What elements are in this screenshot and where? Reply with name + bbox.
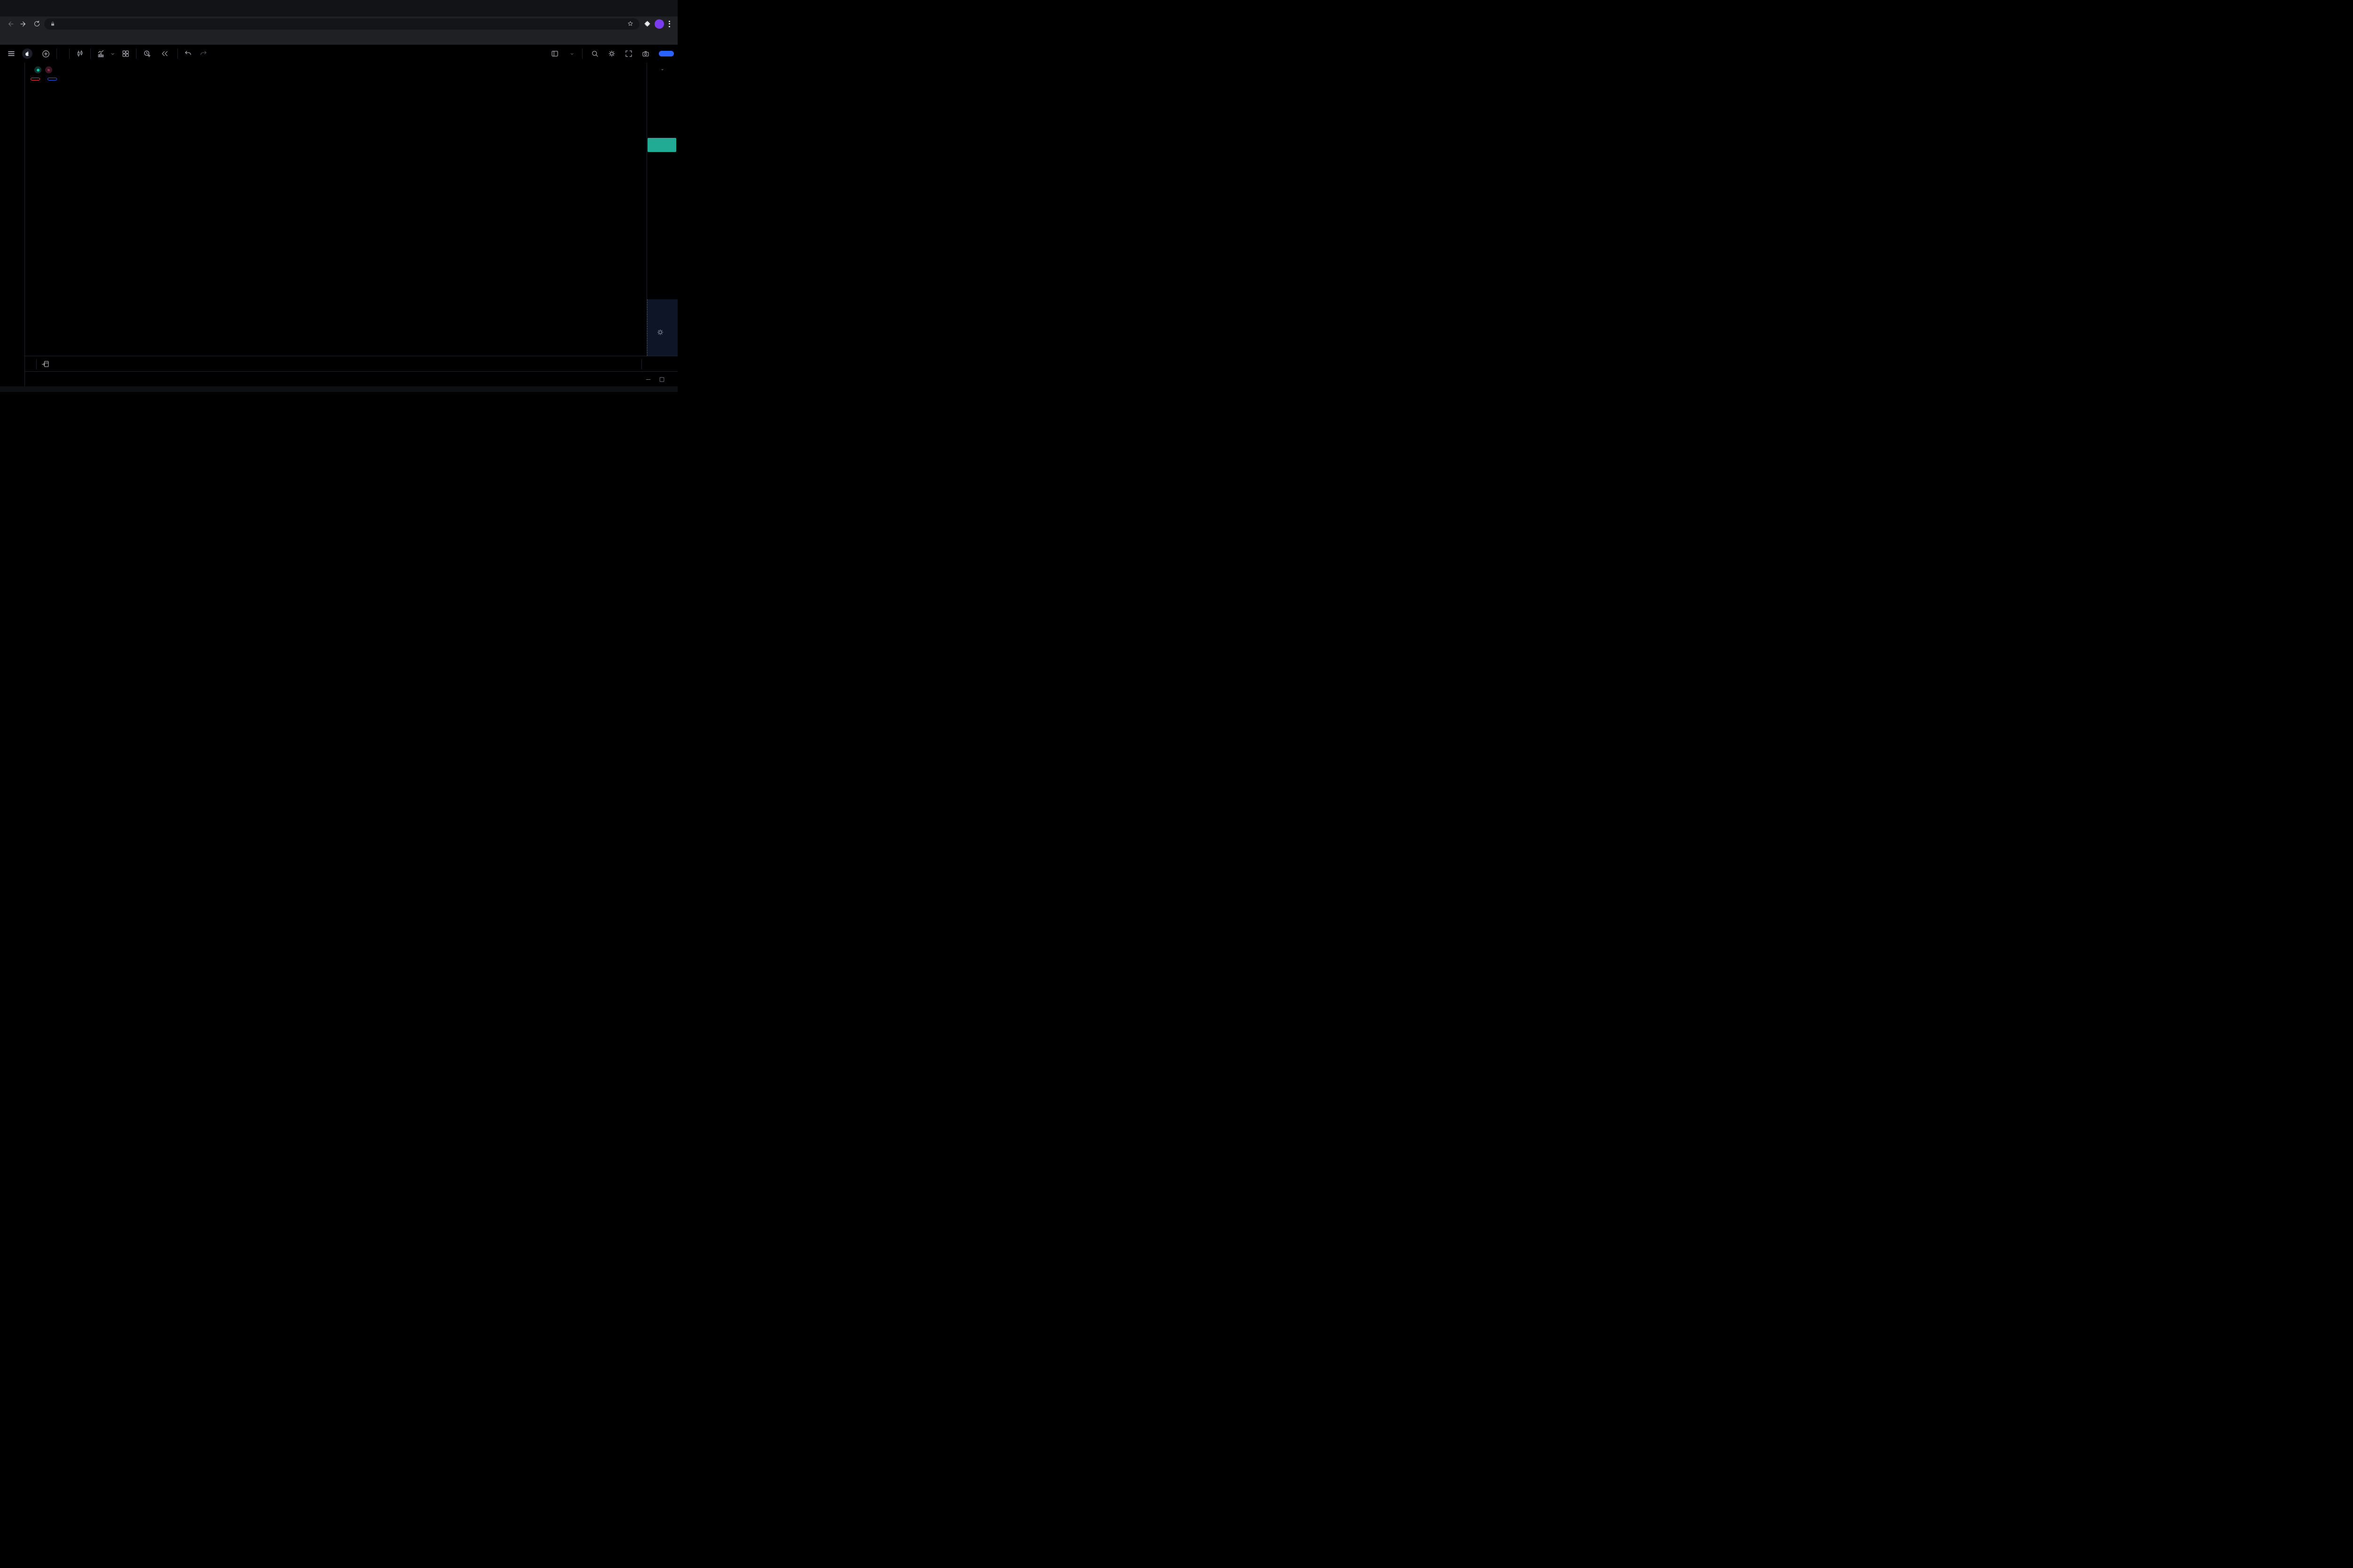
undo-icon[interactable] (181, 48, 196, 60)
bottom-panel-bar (25, 371, 678, 387)
target-price-box[interactable] (48, 78, 57, 80)
publish-button[interactable] (659, 51, 674, 56)
currency-selector[interactable]: ⌄ (647, 66, 678, 72)
chevron-down-icon (570, 52, 574, 56)
browser-menu-icon[interactable] (666, 21, 673, 27)
search-icon[interactable] (587, 48, 602, 60)
reload-icon[interactable] (31, 18, 42, 30)
indicators-button[interactable] (94, 48, 118, 60)
settings-gear-icon[interactable] (604, 48, 619, 60)
forward-icon[interactable] (18, 18, 29, 30)
zoom-window-button[interactable] (25, 6, 31, 11)
snapshot-camera-icon[interactable] (638, 48, 653, 60)
tab-strip (0, 0, 678, 16)
layout-panels-icon[interactable] (547, 48, 562, 60)
alert-button[interactable] (139, 48, 157, 60)
redo-icon[interactable] (196, 48, 211, 60)
drawing-toolbar (0, 63, 25, 392)
panel-expand-icon[interactable] (658, 376, 665, 383)
tv-toolbar (0, 45, 678, 63)
price-axis[interactable]: ⌄ (647, 63, 678, 356)
go-to-date-icon[interactable] (41, 360, 49, 368)
chart-area[interactable]: ≈ (25, 63, 647, 356)
bookmarks-bar (0, 31, 678, 45)
layout-grid-icon[interactable] (118, 48, 133, 60)
compare-add-icon[interactable] (38, 48, 54, 60)
selected-pane-axis-tint (647, 299, 678, 356)
bookmark-star-icon[interactable] (627, 20, 634, 27)
minimize-window-button[interactable] (16, 6, 22, 11)
address-bar-row (0, 16, 678, 31)
bottom-strip (0, 386, 678, 392)
apple-logo-icon (22, 48, 32, 59)
data-delay-icon[interactable]: ≈ (45, 66, 52, 73)
main-menu-icon[interactable] (4, 48, 19, 60)
lock-icon (50, 21, 56, 27)
close-window-button[interactable] (7, 6, 12, 11)
extensions-puzzle-icon[interactable] (641, 18, 653, 30)
axis-settings-gear-icon[interactable] (656, 328, 664, 336)
browser-window: ≈ (0, 0, 678, 392)
replay-button[interactable] (157, 48, 175, 60)
current-price-label (648, 138, 676, 152)
url-field[interactable] (44, 18, 640, 30)
panel-collapse-icon[interactable] (645, 376, 652, 383)
symbol-button[interactable] (19, 47, 38, 61)
window-controls (0, 0, 38, 16)
market-status-icon[interactable] (34, 66, 41, 73)
profile-avatar[interactable] (655, 19, 664, 29)
chart-type-candles-icon[interactable] (72, 48, 88, 60)
price-chart-canvas[interactable] (25, 63, 647, 356)
bottom-range-toolbar (25, 356, 678, 372)
back-icon[interactable] (5, 18, 16, 30)
chevron-down-icon (111, 52, 115, 56)
layout-name-button[interactable] (564, 50, 577, 58)
stop-price-box[interactable] (31, 78, 40, 80)
fullscreen-icon[interactable] (621, 48, 636, 60)
interval-button[interactable] (60, 52, 66, 56)
